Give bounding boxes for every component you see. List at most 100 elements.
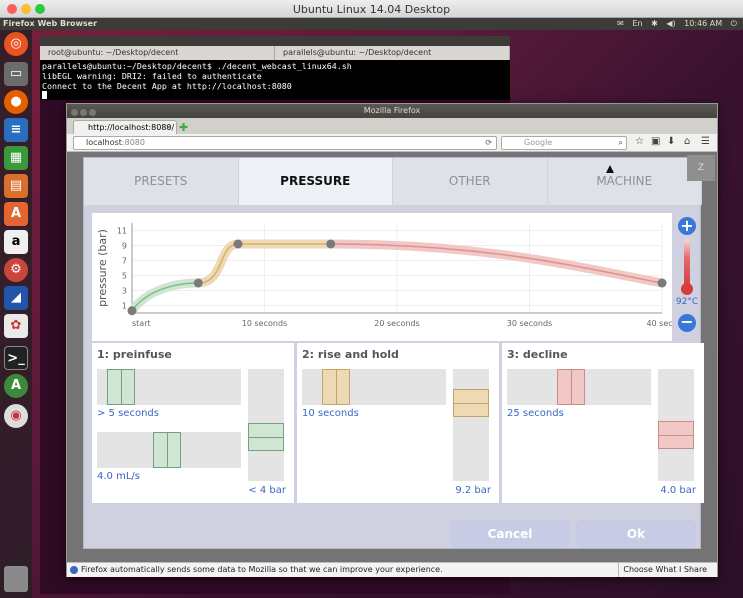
- pressure-chart[interactable]: 1 3 5 7 9 11 start 10 seconds 20 seconds 30 secon…: [92, 213, 678, 341]
- bookmark-star-icon[interactable]: ☆: [635, 136, 644, 147]
- slider-handle[interactable]: [107, 369, 135, 405]
- x-tick-label: 30 seconds: [507, 319, 552, 328]
- y-tick-label: 1: [122, 302, 127, 311]
- data-point: [326, 239, 336, 249]
- launcher: ◎ ▭ ● ≡ ▦ ▤ A a ⚙ ◢ ✿ >_ A ◉: [0, 30, 32, 598]
- minimize-icon[interactable]: [80, 109, 87, 116]
- software-center-icon[interactable]: A: [4, 202, 28, 226]
- volume-icon[interactable]: ◀): [666, 19, 675, 28]
- tab-pressure[interactable]: PRESSURE: [238, 158, 393, 205]
- pressure-slider[interactable]: [658, 369, 694, 481]
- x-tick-label: start: [132, 319, 151, 328]
- temp-minus-button[interactable]: −: [678, 314, 696, 332]
- terminal-line: parallels@ubuntu:~/Desktop/decent$ ./dec…: [42, 61, 352, 71]
- notification-bar: Firefox automatically sends some data to…: [67, 562, 717, 577]
- reload-icon[interactable]: ⟳: [485, 137, 492, 149]
- keyboard-layout[interactable]: En: [632, 19, 642, 28]
- trash-icon[interactable]: [4, 566, 28, 592]
- firefox-title-bar[interactable]: Mozilla Firefox: [67, 104, 717, 118]
- y-tick-label: 3: [122, 287, 127, 296]
- terminal-icon[interactable]: >_: [4, 346, 28, 370]
- thermometer-bulb-icon: [681, 283, 693, 295]
- duration-value: 25 seconds: [507, 408, 564, 419]
- calc-icon[interactable]: ▦: [4, 146, 28, 170]
- duration-slider[interactable]: [507, 369, 651, 405]
- pressure-limit-value: < 4 bar: [248, 485, 286, 496]
- choose-what-i-share-button[interactable]: Choose What I Share: [618, 563, 707, 577]
- search-input[interactable]: Google ⌕: [501, 136, 627, 150]
- home-icon[interactable]: ⌂: [684, 136, 690, 147]
- maximize-icon[interactable]: [89, 109, 96, 116]
- pressure-limit-slider[interactable]: [248, 369, 284, 481]
- pressure-slider[interactable]: [453, 369, 489, 481]
- disc-icon[interactable]: ◉: [4, 404, 28, 428]
- slider-handle[interactable]: [557, 369, 585, 405]
- mac-window-title: Ubuntu Linux 14.04 Desktop: [292, 3, 451, 16]
- tab-machine[interactable]: MACHINE: [547, 158, 702, 205]
- settings-icon[interactable]: ⚙: [4, 258, 28, 282]
- data-point: [657, 278, 667, 288]
- slider-handle[interactable]: [153, 432, 181, 468]
- files-icon[interactable]: ▭: [4, 62, 28, 86]
- step-card: 2: rise and hold 10 seconds 9.2 bar: [297, 343, 499, 503]
- slider-handle[interactable]: [453, 389, 489, 417]
- clock[interactable]: 10:46 AM: [684, 19, 722, 28]
- slider-handle[interactable]: [658, 421, 694, 449]
- indicators[interactable]: ✉ En ✱ ◀) 10:46 AM ⏻: [611, 18, 737, 30]
- temp-plus-button[interactable]: +: [678, 217, 696, 235]
- mouse-cursor-icon: [606, 165, 614, 173]
- reading-list-icon[interactable]: ▣: [651, 136, 660, 147]
- terminal-tab[interactable]: root@ubuntu: ~/Desktop/decent: [40, 46, 275, 60]
- impress-icon[interactable]: ▤: [4, 174, 28, 198]
- slider-handle[interactable]: [248, 423, 284, 451]
- y-tick-label: 5: [122, 272, 127, 281]
- workspace-icon[interactable]: ◢: [4, 286, 28, 310]
- z-button[interactable]: Z: [687, 155, 715, 181]
- menu-icon[interactable]: ☰: [701, 136, 710, 147]
- tab-presets[interactable]: PRESETS: [84, 158, 239, 205]
- x-tick-label: 40 seco: [646, 319, 672, 328]
- firefox-icon[interactable]: ●: [4, 90, 28, 114]
- photos-icon[interactable]: ✿: [4, 314, 28, 338]
- thermometer-icon: [684, 239, 690, 287]
- ubuntu-dash-icon[interactable]: ◎: [4, 32, 28, 56]
- flow-slider[interactable]: [97, 432, 241, 468]
- y-tick-label: 9: [122, 242, 127, 251]
- duration-slider[interactable]: [302, 369, 446, 405]
- terminal-output[interactable]: parallels@ubuntu:~/Desktop/decent$ ./dec…: [40, 60, 510, 100]
- y-tick-label: 11: [117, 227, 127, 236]
- step-title: 3: decline: [507, 348, 568, 361]
- writer-icon[interactable]: ≡: [4, 118, 28, 142]
- series-band: [127, 278, 203, 316]
- close-tab-icon[interactable]: ✕: [165, 121, 172, 134]
- url-bar[interactable]: localhost:8080 ⟳: [73, 136, 497, 150]
- browser-tab[interactable]: http://localhost:8080/ ✕: [73, 120, 177, 134]
- app-icon[interactable]: A: [4, 374, 28, 398]
- tab-other[interactable]: OTHER: [393, 158, 548, 205]
- slider-handle[interactable]: [322, 369, 350, 405]
- pressure-value: 9.2 bar: [455, 485, 491, 496]
- url-port: :8080: [121, 138, 145, 147]
- power-icon[interactable]: ⏻: [731, 19, 737, 28]
- duration-slider[interactable]: [97, 369, 241, 405]
- close-icon[interactable]: [71, 109, 78, 116]
- series-band: [326, 239, 667, 288]
- page-content: PRESETS PRESSURE OTHER MACHINE 1 3 5 7 9 11 st…: [67, 152, 717, 562]
- new-tab-icon[interactable]: ✚: [179, 121, 188, 134]
- info-icon: [70, 566, 78, 574]
- ok-button[interactable]: Ok: [576, 520, 696, 548]
- step-title: 2: rise and hold: [302, 348, 399, 361]
- terminal-tab[interactable]: parallels@ubuntu: ~/Desktop/decent: [275, 46, 510, 60]
- pressure-chart-svg[interactable]: 1 3 5 7 9 11 start 10 seconds 20 seconds 30 secon…: [92, 213, 678, 341]
- ubuntu-top-panel: Firefox Web Browser ✉ En ✱ ◀) 10:46 AM ⏻: [0, 18, 743, 30]
- amazon-icon[interactable]: a: [4, 230, 28, 254]
- downloads-icon[interactable]: ⬇: [667, 136, 675, 147]
- url-host: localhost: [86, 138, 122, 147]
- cancel-button[interactable]: Cancel: [450, 520, 570, 548]
- mail-icon[interactable]: ✉: [617, 19, 624, 28]
- terminal-tabs: root@ubuntu: ~/Desktop/decent parallels@…: [40, 46, 510, 60]
- mac-title-bar: Ubuntu Linux 14.04 Desktop: [0, 0, 743, 18]
- terminal-title-bar[interactable]: [40, 36, 510, 46]
- bluetooth-icon[interactable]: ✱: [651, 19, 658, 28]
- search-icon[interactable]: ⌕: [619, 137, 623, 149]
